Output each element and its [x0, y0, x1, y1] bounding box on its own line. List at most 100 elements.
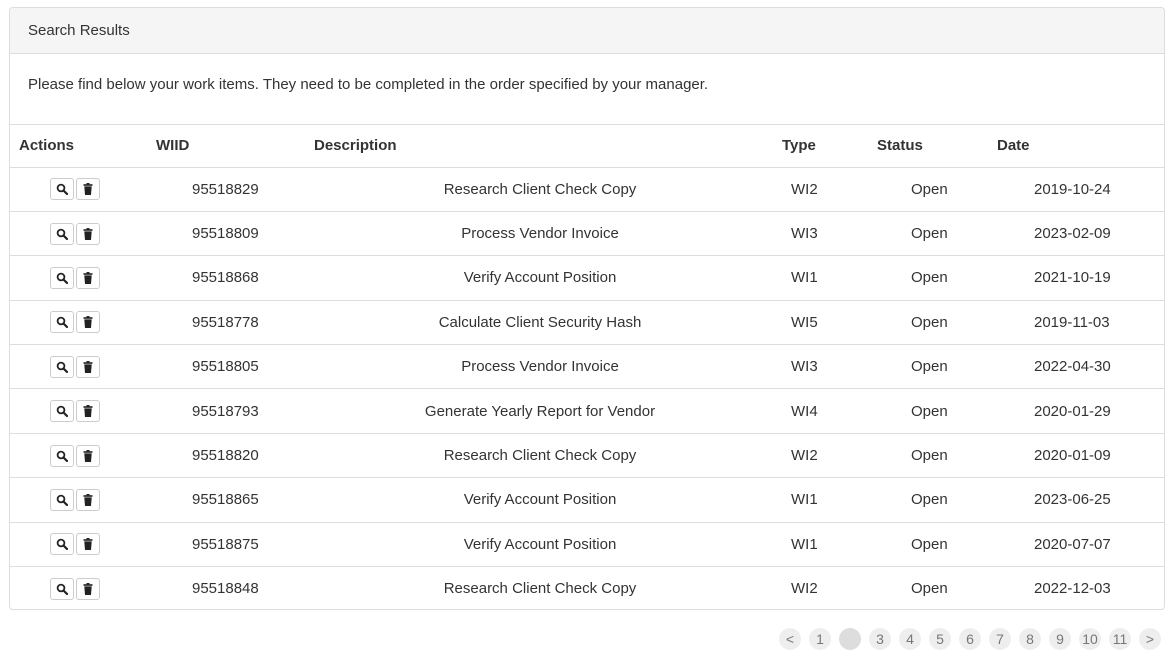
trash-icon [83, 271, 93, 284]
pagination-page-8[interactable]: 8 [1019, 628, 1041, 650]
pagination-page-10[interactable]: 10 [1079, 628, 1101, 650]
table-row: 95518820 Research Client Check Copy WI2 … [10, 433, 1164, 479]
pagination-page-7[interactable]: 7 [989, 628, 1011, 650]
trash-icon [83, 493, 93, 506]
cell-type: WI2 [791, 580, 818, 598]
cell-type: WI2 [775, 433, 865, 479]
cell-status: Open [865, 522, 985, 568]
view-button[interactable] [50, 577, 74, 600]
cell-date: 2019-11-03 [985, 300, 1164, 346]
cell-status: Open [865, 300, 985, 346]
delete-button[interactable] [76, 311, 100, 334]
table-row: 95518793 Generate Yearly Report for Vend… [10, 388, 1164, 434]
column-header-wiid[interactable]: WIID [146, 125, 305, 168]
instructions-text: Please find below your work items. They … [28, 76, 709, 93]
cell-date: 2020-01-29 [985, 388, 1164, 434]
view-button[interactable] [50, 222, 74, 245]
cell-wiid: 95518875 [146, 522, 305, 568]
search-icon [56, 494, 68, 506]
table-row: 95518778 Calculate Client Security Hash … [10, 300, 1164, 346]
delete-button[interactable] [76, 266, 100, 289]
trash-icon [83, 449, 93, 462]
cell-description: Process Vendor Invoice [305, 344, 775, 390]
row-actions [10, 567, 146, 609]
delete-button[interactable] [76, 533, 100, 556]
search-icon [56, 583, 68, 595]
search-icon [56, 183, 68, 196]
search-icon [56, 361, 68, 373]
row-actions [10, 433, 146, 479]
cell-status: Open [911, 580, 948, 598]
delete-button[interactable] [76, 178, 100, 201]
cell-status: Open [865, 167, 985, 212]
trash-icon [83, 360, 93, 373]
column-header-type[interactable]: Type [775, 125, 865, 168]
cell-wiid: 95518820 [146, 433, 305, 479]
cell-wiid: 95518848 [192, 580, 259, 598]
column-header-status[interactable]: Status [865, 125, 985, 168]
row-actions [10, 300, 146, 346]
cell-type: WI3 [775, 211, 865, 257]
pagination-page-9[interactable]: 9 [1049, 628, 1071, 650]
table-row: 95518868 Verify Account Position WI1 Ope… [10, 255, 1164, 301]
delete-button[interactable] [76, 577, 100, 600]
pagination-page-5[interactable]: 5 [929, 628, 951, 650]
view-button[interactable] [50, 266, 74, 289]
column-header-description[interactable]: Description [305, 125, 775, 168]
pagination-page-11[interactable]: 11 [1109, 628, 1131, 650]
search-icon [56, 228, 68, 240]
view-button[interactable] [50, 533, 74, 556]
view-button[interactable] [50, 311, 74, 334]
view-button[interactable] [50, 355, 74, 378]
delete-button[interactable] [76, 444, 100, 467]
table-row: 95518848 Research Client Check Copy WI2 … [10, 567, 1164, 609]
cell-description: Verify Account Position [305, 477, 775, 523]
pagination-page-2[interactable]: 2 [839, 628, 861, 650]
cell-wiid: 95518778 [146, 300, 305, 346]
view-button[interactable] [50, 488, 74, 511]
cell-wiid: 95518865 [146, 477, 305, 523]
view-button[interactable] [50, 400, 74, 423]
panel-title: Search Results [28, 22, 130, 39]
pagination-prev-button[interactable]: < [779, 628, 801, 650]
pagination-page-6[interactable]: 6 [959, 628, 981, 650]
cell-wiid: 95518868 [146, 255, 305, 301]
cell-date: 2020-01-09 [985, 433, 1164, 479]
panel-instructions: Please find below your work items. They … [10, 54, 1164, 125]
delete-button[interactable] [76, 355, 100, 378]
pagination-page-4[interactable]: 4 [899, 628, 921, 650]
pagination-next-button[interactable]: > [1139, 628, 1161, 650]
row-actions [10, 255, 146, 301]
cell-status: Open [865, 255, 985, 301]
cell-type: WI2 [775, 167, 865, 212]
cell-date: 2022-12-03 [1034, 580, 1111, 598]
trash-icon [83, 227, 93, 240]
cell-description: Research Client Check Copy [443, 580, 637, 598]
pagination-page-1[interactable]: 1 [809, 628, 831, 650]
trash-icon [83, 538, 93, 551]
view-button[interactable] [50, 178, 74, 201]
row-actions [10, 522, 146, 568]
pagination-page-3[interactable]: 3 [869, 628, 891, 650]
column-header-date[interactable]: Date [985, 125, 1164, 168]
delete-button[interactable] [76, 400, 100, 423]
search-icon [56, 317, 68, 329]
work-items-table: Actions WIID Description Type Status Dat… [10, 125, 1164, 609]
search-icon [56, 405, 68, 418]
cell-date: 2022-04-30 [985, 344, 1164, 390]
cell-type: WI3 [775, 344, 865, 390]
table-row: 95518865 Verify Account Position WI1 Ope… [10, 477, 1164, 523]
view-button[interactable] [50, 444, 74, 467]
table-row: 95518809 Process Vendor Invoice WI3 Open… [10, 211, 1164, 257]
delete-button[interactable] [76, 222, 100, 245]
cell-description: Research Client Check Copy [305, 167, 775, 212]
delete-button[interactable] [76, 488, 100, 511]
cell-status: Open [865, 344, 985, 390]
column-header-actions[interactable]: Actions [10, 125, 146, 168]
trash-icon [83, 183, 93, 196]
cell-status: Open [865, 477, 985, 523]
cell-description: Verify Account Position [305, 522, 775, 568]
search-results-panel: Search Results Please find below your wo… [9, 7, 1165, 610]
cell-type: WI1 [775, 255, 865, 301]
cell-type: WI1 [775, 522, 865, 568]
